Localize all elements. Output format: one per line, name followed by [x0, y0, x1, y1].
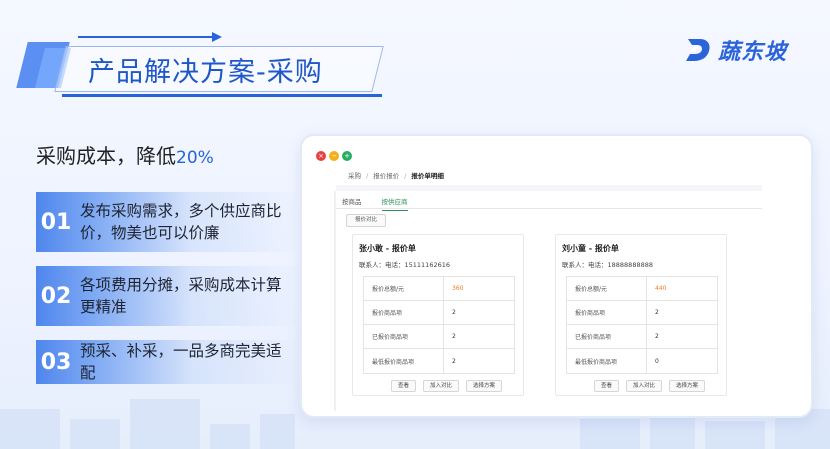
quote-title: 张小敢 - 报价单 — [359, 244, 416, 253]
quote-card: 张小敢 - 报价单 联系人：电话：15111162616 报价总额/元 360 … — [352, 234, 524, 396]
quote-card: 刘小童 - 报价单 联系人：电话：18888888888 报价总额/元 440 … — [555, 234, 727, 396]
row-label: 已报价商品项 — [567, 325, 647, 348]
maximize-icon[interactable]: + — [342, 151, 352, 161]
divider — [336, 208, 762, 209]
table-row: 最低报价商品项 0 — [567, 349, 717, 373]
sidebar-rail — [334, 191, 336, 411]
select-plan-button[interactable]: 选择方案 — [669, 380, 706, 392]
breadcrumb-separator: / — [404, 172, 407, 180]
page-title-block: 产品解决方案-采购 — [16, 32, 384, 98]
row-value: 440 — [655, 285, 667, 292]
row-value: 0 — [655, 357, 659, 365]
table-row: 报价总额/元 360 — [364, 277, 514, 301]
breadcrumb-item[interactable]: 报价报价 — [373, 172, 399, 180]
quote-contact: 联系人：电话：15111162616 — [359, 261, 450, 269]
feature-number: 03 — [40, 349, 72, 375]
headline-text: 采购成本，降低 — [36, 144, 176, 168]
window-controls: × − + — [316, 151, 352, 161]
table-row: 最低报价商品项 2 — [364, 349, 514, 373]
breadcrumb-item[interactable]: 采购 — [348, 172, 361, 180]
feature-item: 01 发布采购需求，多个供应商比价，物美也可以价廉 — [36, 192, 296, 252]
row-label: 报价总额/元 — [567, 277, 647, 300]
breadcrumb: 采购 / 报价报价 / 报价单明细 — [348, 170, 444, 180]
row-label: 报价商品项 — [567, 301, 647, 324]
quote-title: 刘小童 - 报价单 — [562, 244, 619, 253]
headline-highlight: 20% — [176, 148, 214, 168]
table-row: 已报价商品项 2 — [567, 325, 717, 349]
view-button[interactable]: 查看 — [594, 380, 620, 392]
quote-table: 报价总额/元 440 报价商品项 2 已报价商品项 2 最低报价商品项 0 — [566, 276, 718, 374]
quote-table: 报价总额/元 360 报价商品项 2 已报价商品项 2 最低报价商品项 2 — [363, 276, 515, 374]
feature-number: 01 — [40, 209, 72, 235]
quote-contact: 联系人：电话：18888888888 — [562, 261, 653, 269]
breadcrumb-separator: / — [366, 172, 369, 180]
title-underline — [62, 94, 382, 97]
row-value: 2 — [452, 357, 456, 365]
row-label: 最低报价商品项 — [364, 349, 444, 373]
brand-logo: 蔬东坡 — [684, 34, 787, 66]
row-value: 2 — [452, 309, 456, 316]
logo-mark-icon — [686, 39, 710, 61]
feature-item: 02 各项费用分摊，采购成本计算更精准 — [36, 266, 296, 326]
row-label: 报价商品项 — [364, 301, 444, 324]
divider — [336, 185, 762, 191]
row-label: 最低报价商品项 — [567, 349, 647, 373]
feature-text: 各项费用分摊，采购成本计算更精准 — [80, 276, 282, 316]
row-label: 报价总额/元 — [364, 277, 444, 300]
feature-text: 预采、补采，一品多商完美适配 — [80, 342, 282, 382]
add-to-compare-button[interactable]: 加入对比 — [626, 380, 663, 392]
close-icon[interactable]: × — [316, 151, 326, 161]
arrow-right-icon — [212, 32, 222, 42]
feature-item: 03 预采、补采，一品多商完美适配 — [36, 340, 296, 384]
view-button[interactable]: 查看 — [391, 380, 417, 392]
row-value: 2 — [655, 333, 659, 340]
table-row: 已报价商品项 2 — [364, 325, 514, 349]
select-plan-button[interactable]: 选择方案 — [466, 380, 503, 392]
app-window: × − + 采购 / 报价报价 / 报价单明细 按商品 按供应商 报价对比 张小敢 - … — [300, 134, 813, 418]
table-row: 报价商品项 2 — [567, 301, 717, 325]
row-value: 2 — [655, 309, 659, 316]
table-row: 报价商品项 2 — [364, 301, 514, 325]
breadcrumb-current: 报价单明细 — [411, 172, 444, 180]
table-row: 报价总额/元 440 — [567, 277, 717, 301]
feature-number: 02 — [40, 283, 72, 309]
title-top-line — [78, 36, 218, 38]
add-to-compare-button[interactable]: 加入对比 — [423, 380, 460, 392]
row-value: 2 — [452, 333, 456, 340]
compare-quotes-button[interactable]: 报价对比 — [346, 214, 386, 227]
feature-text: 发布采购需求，多个供应商比价，物美也可以价廉 — [80, 202, 282, 242]
row-label: 已报价商品项 — [364, 325, 444, 348]
quote-actions: 查看 加入对比 选择方案 — [391, 380, 503, 392]
logo-text: 蔬东坡 — [718, 40, 788, 65]
quote-actions: 查看 加入对比 选择方案 — [594, 380, 706, 392]
minimize-icon[interactable]: − — [329, 151, 339, 161]
page-title: 产品解决方案-采购 — [88, 57, 323, 88]
headline: 采购成本，降低20% — [36, 140, 214, 169]
row-value: 360 — [452, 285, 464, 292]
